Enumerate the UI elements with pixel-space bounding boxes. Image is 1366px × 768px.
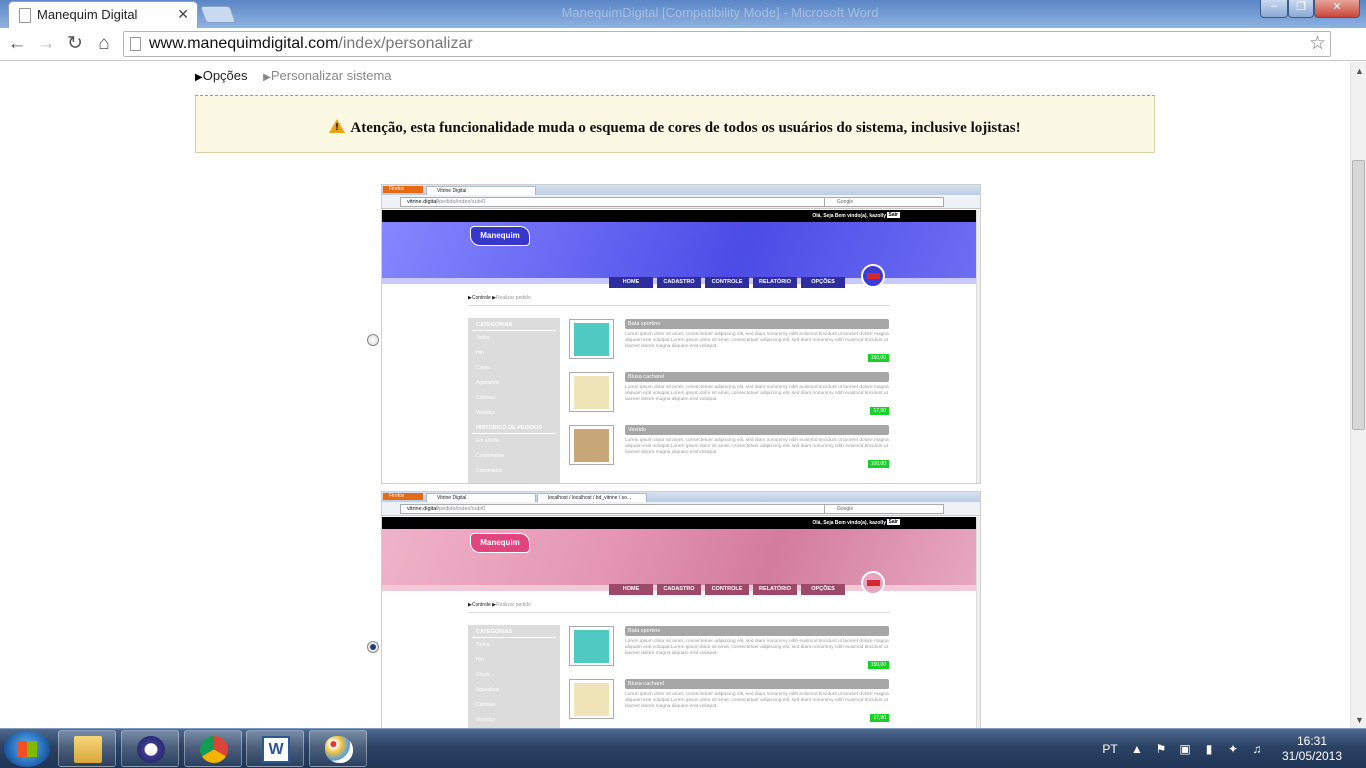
- close-window-button[interactable]: ✕: [1314, 0, 1360, 18]
- browser-window: ManequimDigital [Compatibility Mode] - M…: [0, 0, 1366, 728]
- folder-icon: [74, 736, 102, 763]
- taskbar-explorer[interactable]: [58, 730, 116, 767]
- theme-radio-pink[interactable]: [367, 641, 379, 653]
- browser-tab[interactable]: Manequim Digital ✕: [8, 1, 198, 28]
- breadcrumb-opcoes[interactable]: Opções: [203, 68, 248, 83]
- taskbar: W PT ▲ ⚑ ▣ ▮ ✦ ♫ 16:31 31/05/2013: [0, 728, 1366, 768]
- warning-alert: ! Atenção, esta funcionalidade muda o esq…: [195, 95, 1155, 153]
- dropbox-icon[interactable]: ✦: [1226, 742, 1240, 756]
- title-bar: ManequimDigital [Compatibility Mode] - M…: [0, 0, 1366, 28]
- theme-preview-pink[interactable]: Firefox Vitrine Digital localhost / localh…: [381, 491, 981, 728]
- window-title: ManequimDigital [Compatibility Mode] - M…: [561, 5, 879, 20]
- clock-date: 31/05/2013: [1281, 749, 1343, 763]
- maximize-button[interactable]: ❐: [1288, 0, 1314, 18]
- language-indicator[interactable]: PT: [1100, 742, 1120, 756]
- browser-toolbar: ← → ↻ ⌂ www.manequimdigital.com/index/pe…: [0, 28, 1366, 76]
- page-scrollbar[interactable]: ▲ ▼: [1350, 62, 1366, 728]
- back-icon[interactable]: ←: [6, 33, 28, 55]
- device-icon[interactable]: ▣: [1178, 742, 1192, 756]
- scroll-up-icon[interactable]: ▲: [1355, 66, 1364, 76]
- signal-icon[interactable]: ▮: [1202, 742, 1216, 756]
- alert-text: Atenção, esta funcionalidade muda o esqu…: [350, 120, 1021, 136]
- page-icon: [19, 8, 31, 23]
- page-content: ▶Opções ▶Personalizar sistema ! Atenção, …: [0, 62, 1350, 728]
- home-icon[interactable]: ⌂: [93, 33, 115, 55]
- volume-icon[interactable]: ♫: [1250, 742, 1264, 756]
- breadcrumb: ▶Opções ▶Personalizar sistema: [195, 68, 392, 83]
- word-icon: W: [262, 736, 290, 763]
- bookmark-star-icon[interactable]: ☆: [1309, 32, 1326, 55]
- warning-icon: !: [329, 119, 346, 133]
- scrollbar-thumb[interactable]: [1352, 160, 1365, 430]
- breadcrumb-current[interactable]: Personalizar sistema: [271, 68, 392, 83]
- theme-preview-blue[interactable]: Firefox Vitrine Digital vitrine.digital/p…: [381, 184, 981, 484]
- start-button[interactable]: [4, 731, 50, 767]
- chrome-icon: [200, 736, 228, 763]
- taskbar-word[interactable]: W: [246, 730, 304, 767]
- theme-radio-blue[interactable]: [367, 334, 379, 346]
- network-warning-icon[interactable]: ⚑: [1154, 742, 1168, 756]
- minimize-button[interactable]: ‒: [1260, 0, 1288, 18]
- taskbar-torrent[interactable]: [121, 730, 179, 767]
- clock[interactable]: 16:31 31/05/2013: [1270, 734, 1354, 764]
- taskbar-chrome[interactable]: [184, 730, 242, 767]
- url-text: www.manequimdigital.com/index/personaliz…: [149, 35, 473, 52]
- tab-title: Manequim Digital: [37, 7, 138, 22]
- page-icon: [130, 37, 141, 51]
- forward-icon[interactable]: →: [35, 33, 57, 55]
- new-tab-button[interactable]: [199, 6, 237, 23]
- address-bar[interactable]: www.manequimdigital.com/index/personaliz…: [123, 31, 1331, 57]
- paint-icon: [325, 736, 353, 763]
- reload-icon[interactable]: ↻: [64, 33, 86, 55]
- scroll-down-icon[interactable]: ▼: [1355, 715, 1364, 725]
- close-tab-icon[interactable]: ✕: [177, 6, 189, 23]
- torrent-icon: [137, 736, 165, 763]
- show-hidden-icons[interactable]: ▲: [1130, 742, 1144, 756]
- taskbar-paint[interactable]: [309, 730, 367, 767]
- clock-time: 16:31: [1296, 734, 1328, 748]
